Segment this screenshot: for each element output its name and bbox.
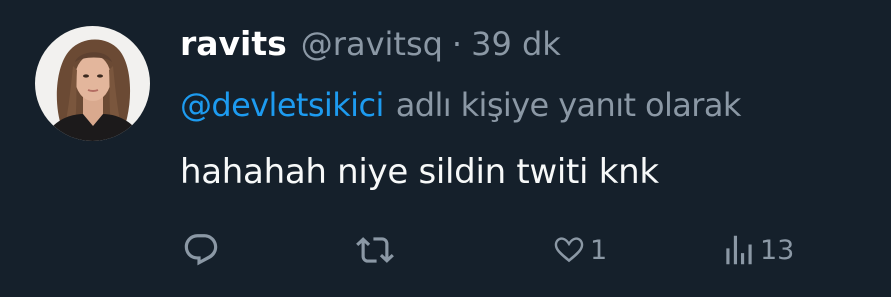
reply-icon <box>184 234 218 266</box>
reply-context-text: adlı kişiye yanıt olarak <box>395 86 742 124</box>
views-count: 13 <box>760 234 795 266</box>
reply-context: @devletsikici adlı kişiye yanıt olarak <box>180 86 741 124</box>
tweet-timestamp[interactable]: 39 dk <box>471 25 561 63</box>
views-icon <box>726 235 752 265</box>
reply-button[interactable] <box>182 230 220 270</box>
tweet-text: hahahah niye sildin twiti knk <box>180 152 659 192</box>
avatar-image <box>35 26 150 141</box>
reply-mention-link[interactable]: @devletsikici <box>180 86 384 124</box>
heart-icon <box>554 237 584 263</box>
retweet-icon <box>356 237 394 263</box>
views-button[interactable]: 13 <box>720 230 794 270</box>
tweet[interactable]: ravits @ravitsq · 39 dk @devletsikici adl… <box>0 0 891 297</box>
avatar[interactable] <box>35 26 150 141</box>
retweet-button[interactable] <box>356 230 394 270</box>
tweet-header: ravits @ravitsq · 39 dk <box>180 24 561 70</box>
tweet-actions: 1 13 <box>180 230 820 270</box>
like-count: 1 <box>590 234 608 266</box>
author-handle[interactable]: @ravitsq <box>301 25 443 63</box>
like-button[interactable]: 1 <box>550 230 607 270</box>
separator-dot: · <box>451 25 463 63</box>
author-display-name[interactable]: ravits <box>180 24 287 63</box>
